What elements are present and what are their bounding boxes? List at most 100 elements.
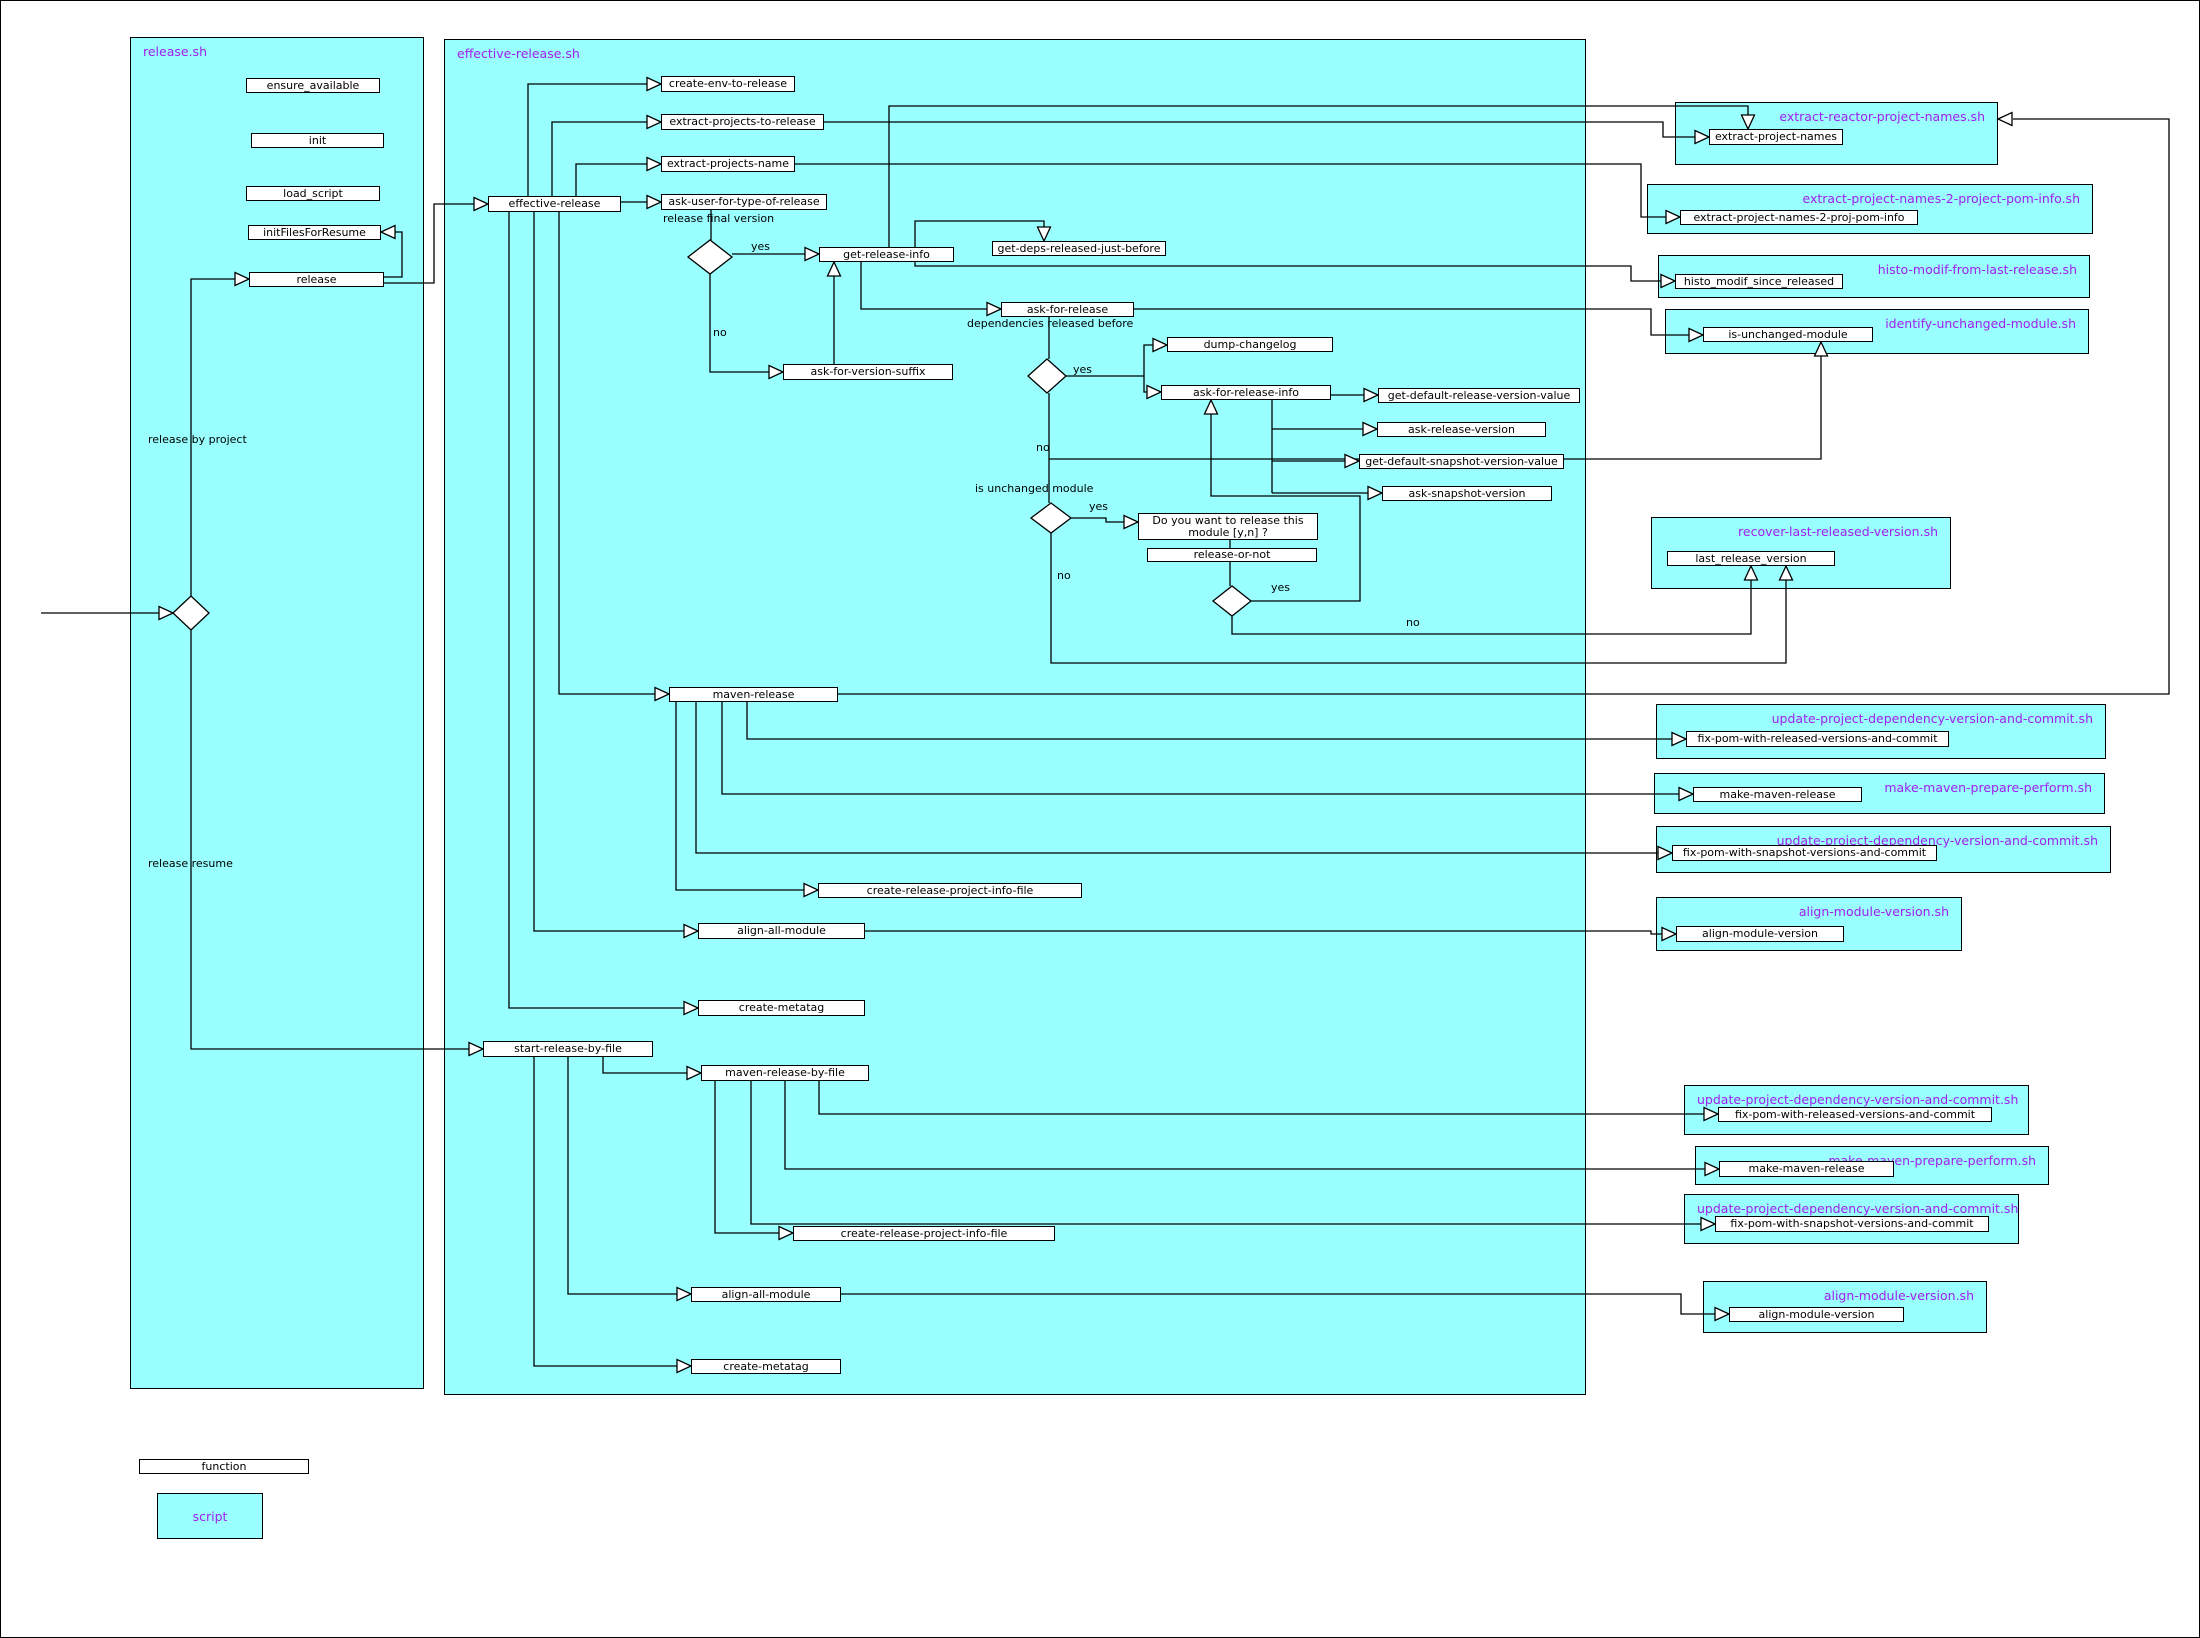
function-node-make-maven-release-1: make-maven-release [1693,787,1862,802]
function-node-extract-project-names: extract-project-names [1709,129,1843,145]
function-node-create-metatag-2: create-metatag [691,1359,841,1374]
flow-label-yes-4: yes [1271,581,1290,594]
edge-eff-to-create-metatag [509,212,684,1008]
arrowhead-icon [687,1067,701,1080]
edge-mrbf-to-make-maven-release-2 [785,1081,1705,1169]
function-node-load-script: load_script [246,186,380,201]
arrowhead-icon [1745,566,1758,580]
function-node-extract-project-names-2-proj-pom-info: extract-project-names-2-proj-pom-info [1680,210,1918,225]
arrowhead-icon [1124,516,1138,529]
function-node-create-env-to-release: create-env-to-release [661,76,795,92]
function-node-align-module-version-2: align-module-version [1729,1307,1904,1322]
function-node-extract-projects-to-release: extract-projects-to-release [661,114,824,130]
flow-label-dependencies-released-before: dependencies released before [967,317,1133,330]
arrowhead-icon [1662,928,1676,941]
function-node-create-release-project-info-file-2: create-release-project-info-file [793,1226,1055,1241]
edge-get-release-info-to-extract-project-names [889,106,1748,247]
flow-label-release-resume: release resume [148,857,233,870]
edge-d3-yes-question [1071,518,1124,522]
flow-label-yes-1: yes [751,240,770,253]
function-node-ask-for-release-info: ask-for-release-info [1161,385,1331,400]
edge-maven-to-make-maven-release [722,702,1679,794]
function-node-maven-release: maven-release [669,687,838,702]
edge-release-to-initfiles [384,232,402,277]
edge-release-to-effective [384,204,474,283]
edge-start-to-align-all-module-2 [568,1057,677,1294]
edge-eff-to-maven-release [559,212,655,694]
arrowhead-icon [779,1227,793,1240]
edge-maven-to-create-release-info [676,702,804,890]
flow-label-no-3: no [1057,569,1071,582]
arrowhead-icon [1780,566,1793,580]
arrowhead-icon [1661,275,1675,288]
arrowhead-icon [1695,131,1709,144]
edge-maven-to-fix-pom-released [747,702,1672,739]
function-node-release-question: Do you want to release this module [y,n]… [1138,513,1318,540]
arrowhead-icon [1147,386,1161,399]
function-node-effective-release: effective-release [488,196,621,212]
arrowhead-icon [987,303,1001,316]
arrowhead-icon [828,262,841,276]
arrowhead-icon [1363,423,1377,436]
arrowhead-icon [1701,1218,1715,1231]
decision-diamond-is-unchanged-decision [1031,503,1071,533]
arrowhead-icon [1205,400,1218,414]
edge-start-to-create-metatag-2 [534,1057,677,1366]
function-node-release: release [249,272,384,287]
arrowhead-icon [1742,115,1755,129]
function-node-align-module-version-1: align-module-version [1676,926,1844,942]
function-node-align-all-module-2: align-all-module [691,1287,841,1302]
function-node-fix-pom-with-released-versions-and-commit-2: fix-pom-with-released-versions-and-commi… [1718,1107,1992,1122]
diagram-canvas: release.sheffective-release.shextract-re… [0,0,2200,1638]
arrowhead-icon [1364,389,1378,402]
decision-diamond-release-or-not-decision [1213,586,1251,616]
edge-eff-to-create-env [528,84,647,196]
arrowhead-icon [647,78,661,91]
flow-label-no-1: no [713,326,727,339]
arrowhead-icon [1658,847,1672,860]
function-node-extract-projects-name: extract-projects-name [661,156,795,172]
edge-get-release-info-to-ask-for-release [861,262,987,309]
function-node-ask-snapshot-version: ask-snapshot-version [1382,486,1552,501]
function-node-start-release-by-file: start-release-by-file [483,1041,653,1057]
edge-d1-no-suffix [710,274,769,372]
edge-get-release-info-to-histo [915,262,1661,281]
edge-d4-no-last-release-version [1232,580,1751,634]
function-node-ask-release-version: ask-release-version [1377,422,1546,437]
function-node-ensure-available: ensure_available [246,78,380,93]
arrowhead-icon [469,1043,483,1056]
arrowhead-icon [1705,1163,1719,1176]
arrowhead-icon [474,198,488,211]
flow-label-is-unchanged-module-label: is unchanged module [975,482,1093,495]
decision-diamond-start-decision [173,596,209,630]
arrowhead-icon [235,273,249,286]
flow-label-yes-2: yes [1073,363,1092,376]
function-node-fix-pom-with-snapshot-versions-and-commit-1: fix-pom-with-snapshot-versions-and-commi… [1672,845,1937,861]
function-node-init-files-for-resume: initFilesForResume [248,225,381,240]
edge-d4-yes-loop-ask-for-release-info [1211,414,1360,601]
function-node-release-or-not: release-or-not [1147,548,1317,562]
function-node-legend-function: function [139,1459,309,1474]
edge-eff-to-extract-projects-name [576,164,647,196]
arrowhead-icon [381,226,395,239]
arrowhead-icon [1815,342,1828,356]
arrowhead-icon [1704,1108,1718,1121]
arrowhead-icon [805,248,819,261]
function-node-get-release-info: get-release-info [819,247,954,262]
function-node-is-unchanged-module: is-unchanged-module [1703,327,1873,342]
arrowhead-icon [1998,113,2012,126]
function-node-fix-pom-with-released-versions-and-commit-1: fix-pom-with-released-versions-and-commi… [1686,731,1949,747]
flow-label-release-final-version: release final version [663,212,774,225]
flow-label-yes-3: yes [1089,500,1108,513]
function-node-get-deps-released-just-before: get-deps-released-just-before [992,241,1166,256]
function-node-maven-release-by-file: maven-release-by-file [701,1065,869,1081]
arrowhead-icon [1153,339,1167,352]
arrowhead-icon [769,366,783,379]
edge-maven-to-fix-pom-snapshot [696,702,1658,853]
arrowhead-icon [1666,211,1680,224]
function-node-last-release-version: last_release_version [1667,551,1835,566]
arrowhead-icon [655,688,669,701]
flow-label-no-2: no [1036,441,1050,454]
function-node-make-maven-release-2: make-maven-release [1719,1161,1894,1177]
arrowhead-icon [647,158,661,171]
